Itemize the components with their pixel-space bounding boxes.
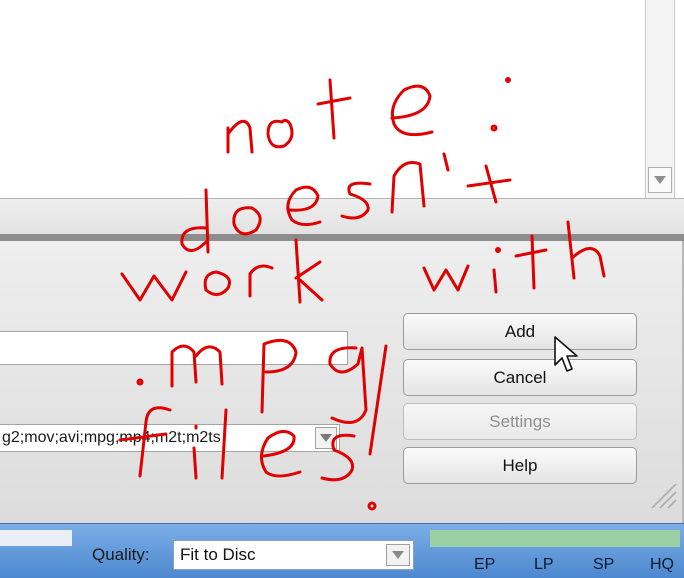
mouse-cursor-icon [554,336,578,372]
help-button[interactable]: Help [403,447,637,484]
mode-sp: SP [593,556,615,573]
quality-label: Quality: [92,545,150,564]
cancel-button[interactable]: Cancel [403,359,637,396]
quality-value: Fit to Disc [180,545,256,564]
dropdown-arrow-icon[interactable] [386,544,410,566]
status-field [0,530,72,546]
mode-ep: EP [474,556,496,573]
mode-lp: LP [534,556,554,573]
file-type-combo[interactable]: g2;mov;avi;mpg;mp4;m2t;m2ts [0,424,340,452]
panel-splitter[interactable] [0,234,684,241]
file-type-value: g2;mov;avi;mpg;mp4;m2t;m2ts [2,429,221,446]
disc-usage-meter [430,530,680,547]
file-path-input[interactable] [0,331,348,365]
scroll-down-arrow-icon[interactable] [648,167,672,193]
mode-hq: HQ [650,556,674,573]
resize-grip-icon[interactable] [646,478,680,512]
file-list-area[interactable] [0,0,684,198]
add-button[interactable]: Add [403,313,637,350]
dropdown-arrow-icon[interactable] [315,427,337,449]
panel-header-band [0,198,684,234]
quality-select[interactable]: Fit to Disc [173,540,414,570]
settings-button: Settings [403,403,637,440]
